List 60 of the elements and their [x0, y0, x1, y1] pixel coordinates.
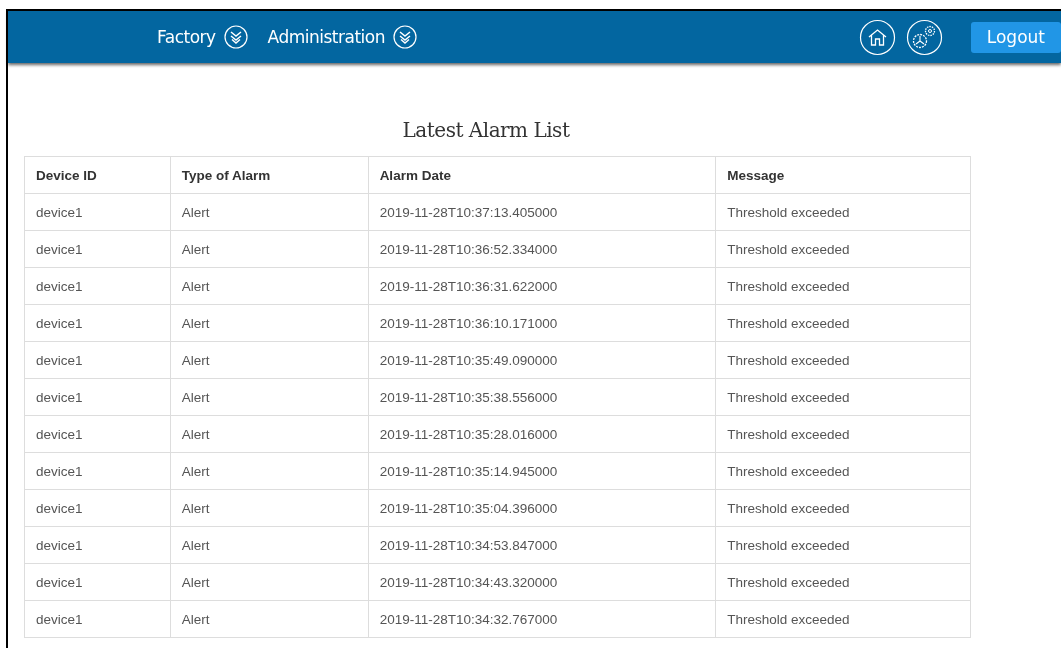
table-cell: Threshold exceeded	[715, 267, 971, 305]
table-cell: 2019-11-28T10:36:52.334000	[368, 230, 716, 268]
chevron-down-icon	[393, 25, 417, 49]
table-cell: 2019-11-28T10:34:32.767000	[368, 600, 716, 638]
table-cell: device1	[24, 452, 171, 490]
table-cell: 2019-11-28T10:35:38.556000	[368, 378, 716, 416]
logout-button[interactable]: Logout	[970, 21, 1061, 53]
table-cell: 2019-11-28T10:34:43.320000	[368, 563, 716, 601]
table-cell: Threshold exceeded	[715, 193, 971, 231]
table-cell: 2019-11-28T10:36:31.622000	[368, 267, 716, 305]
table-cell: Threshold exceeded	[715, 489, 971, 527]
column-header: Type of Alarm	[170, 156, 369, 194]
table-cell: Alert	[170, 600, 369, 638]
table-cell: Alert	[170, 378, 369, 416]
table-cell: Alert	[170, 304, 369, 342]
table-cell: Alert	[170, 526, 369, 564]
table-cell: device1	[24, 341, 171, 379]
chevron-down-icon	[223, 25, 248, 49]
table-cell: device1	[24, 378, 171, 416]
table-cell: device1	[24, 563, 171, 601]
table-cell: device1	[24, 526, 171, 564]
table-cell: Alert	[170, 489, 369, 527]
table-cell: device1	[24, 489, 171, 527]
table-cell: Alert	[170, 230, 369, 268]
table-cell: 2019-11-28T10:35:28.016000	[368, 415, 716, 453]
table-cell: Threshold exceeded	[715, 304, 971, 342]
nav-menu[interactable]: Factory	[157, 25, 248, 49]
nav-menu[interactable]: Administration	[267, 25, 417, 49]
column-header: Alarm Date	[368, 156, 716, 194]
table-cell: Alert	[170, 193, 369, 231]
table-cell: 2019-11-28T10:35:49.090000	[368, 341, 716, 379]
table-cell: Threshold exceeded	[715, 378, 971, 416]
table-cell: Alert	[170, 267, 369, 305]
table-cell: device1	[24, 267, 171, 305]
table-cell: Threshold exceeded	[715, 415, 971, 453]
table-cell: device1	[24, 230, 171, 268]
table-cell: Threshold exceeded	[715, 452, 971, 490]
table-cell: Alert	[170, 452, 369, 490]
column-header: Device ID	[24, 156, 171, 194]
column-header: Message	[715, 156, 971, 194]
table-cell: device1	[24, 193, 171, 231]
page-title: Latest Alarm List	[401, 118, 571, 142]
table-cell: Threshold exceeded	[715, 600, 971, 638]
table-cell: 2019-11-28T10:36:10.171000	[368, 304, 716, 342]
table-cell: device1	[24, 304, 171, 342]
table-cell: Alert	[170, 563, 369, 601]
table-cell: device1	[24, 415, 171, 453]
table-cell: device1	[24, 600, 171, 638]
table-cell: Threshold exceeded	[715, 563, 971, 601]
home-icon[interactable]	[858, 18, 896, 56]
table-cell: 2019-11-28T10:35:14.945000	[368, 452, 716, 490]
table-cell: 2019-11-28T10:37:13.405000	[368, 193, 716, 231]
table-cell: 2019-11-28T10:34:53.847000	[368, 526, 716, 564]
table-cell: Alert	[170, 415, 369, 453]
table-cell: 2019-11-28T10:35:04.396000	[368, 489, 716, 527]
table-cell: Threshold exceeded	[715, 341, 971, 379]
gears-icon[interactable]	[905, 18, 943, 56]
table-cell: Threshold exceeded	[715, 230, 971, 268]
table-cell: Alert	[170, 341, 369, 379]
table-cell: Threshold exceeded	[715, 526, 971, 564]
